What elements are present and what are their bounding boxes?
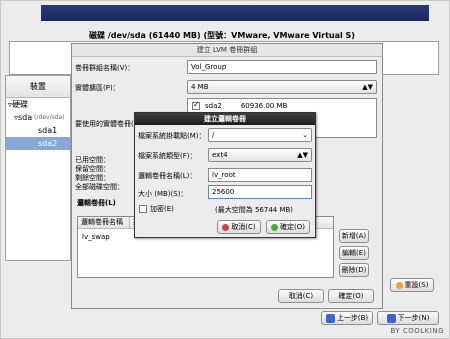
- size-input[interactable]: 25600: [208, 185, 312, 199]
- mount-point-combo[interactable]: / ⌄: [208, 128, 312, 142]
- back-button[interactable]: 上一步(B): [321, 311, 373, 325]
- edit-lv-button[interactable]: 編輯(E): [339, 246, 369, 260]
- vg-ok-button[interactable]: 確定(O): [328, 289, 374, 303]
- header-banner: [41, 5, 429, 21]
- dropdown-arrow-icon: ▲▼: [297, 151, 308, 159]
- cancel-icon: [222, 223, 230, 231]
- vg-cancel-button[interactable]: 取消(C): [278, 289, 324, 303]
- lv-ok-label: 確定(O): [280, 223, 305, 231]
- mount-point-label: 檔案系統掛載點(M)：: [138, 132, 206, 140]
- tree-item-sda[interactable]: ▿ sda (/dev/sda): [6, 111, 70, 124]
- delete-lv-button[interactable]: 刪除(D): [339, 263, 369, 277]
- pe-size-label: 實體擴區(P)：: [75, 84, 120, 92]
- lv-cancel-label: 取消(C): [231, 223, 256, 231]
- add-lv-button[interactable]: 新增(A): [339, 229, 369, 243]
- next-button[interactable]: 下一步(N): [377, 311, 439, 325]
- lv-section-label: 邏輯卷冊(L): [77, 199, 116, 207]
- lv-row-name: lv_swap: [82, 233, 110, 241]
- installer-window: 磁碟 /dev/sda (61440 MB) (型號：VMware, VMwar…: [0, 0, 450, 339]
- lv-ok-button[interactable]: 確定(O): [266, 220, 310, 234]
- tree-item-label: sda2: [38, 139, 58, 148]
- encrypt-label: 加密(E): [150, 205, 174, 213]
- tree-item-label: sda: [18, 113, 33, 122]
- watermark: BY COOLKING: [390, 327, 444, 335]
- lv-name-label: 邏輯卷冊名稱(L)：: [138, 172, 197, 180]
- next-label: 下一步(N): [397, 314, 430, 322]
- mount-point-value: /: [212, 131, 215, 139]
- disk-title: 磁碟 /dev/sda (61440 MB) (型號：VMware, VMwar…: [89, 31, 355, 40]
- reset-icon: [395, 281, 403, 289]
- pv-row[interactable]: sda2 60936.00 MB: [192, 100, 288, 110]
- pv-label: 要使用的實體卷冊(: [75, 120, 134, 128]
- tree-item-sublabel: (/dev/sda): [34, 114, 65, 121]
- encrypt-checkbox[interactable]: [139, 205, 147, 213]
- fs-type-select[interactable]: ext4 ▲▼: [208, 148, 312, 162]
- tree-item-label: sda1: [38, 126, 58, 135]
- pv-name: sda2: [205, 102, 222, 110]
- arrow-right-icon: [386, 313, 396, 323]
- device-column-header[interactable]: 裝置: [6, 76, 70, 98]
- lv-cancel-button[interactable]: 取消(C): [217, 220, 261, 234]
- dialog-title: 建立邏輯卷冊: [135, 113, 315, 125]
- tree-item-sda2[interactable]: sda2: [6, 137, 70, 150]
- max-size-note: (最大空間為 56744 MB): [215, 206, 294, 214]
- encrypt-option[interactable]: 加密(E): [139, 204, 174, 214]
- create-lv-dialog: 建立邏輯卷冊 檔案系統掛載點(M)： / ⌄ 檔案系統類型(F)： ext4 ▲…: [134, 112, 316, 238]
- lv-col-name[interactable]: 邏輯卷冊名稱: [78, 217, 130, 228]
- vg-name-input[interactable]: Vol_Group: [187, 60, 377, 74]
- fs-type-value: ext4: [212, 151, 228, 159]
- dropdown-arrow-icon: ▲▼: [362, 83, 373, 91]
- back-label: 上一步(B): [336, 314, 369, 322]
- tree-item-harddisk[interactable]: ▿ 硬碟: [6, 98, 70, 111]
- size-label: 大小 (MB)(S)：: [138, 190, 188, 198]
- vg-name-label: 卷冊群組名稱(V)：: [75, 64, 135, 72]
- device-tree[interactable]: 裝置 ▿ 硬碟 ▿ sda (/dev/sda) sda1 sda2: [5, 75, 71, 261]
- pe-size-select[interactable]: 4 MB ▲▼: [187, 80, 377, 94]
- tree-item-sda1[interactable]: sda1: [6, 124, 70, 137]
- reset-label: 重設(S): [404, 281, 429, 289]
- tree-item-label: 硬碟: [12, 100, 29, 109]
- pe-size-value: 4 MB: [191, 83, 209, 91]
- ok-icon: [271, 223, 278, 231]
- pv-size: 60936.00 MB: [240, 102, 288, 110]
- dialog-title: 建立 LVM 卷冊群組: [72, 44, 382, 57]
- arrow-left-icon: [325, 313, 335, 323]
- fs-type-label: 檔案系統類型(F)：: [138, 152, 197, 160]
- lv-name-input[interactable]: lv_root: [208, 168, 312, 182]
- reset-button[interactable]: 重設(S): [390, 278, 434, 292]
- pv-checkbox[interactable]: [192, 100, 200, 110]
- total-space-label: 全部磁碟空間：: [75, 183, 124, 191]
- chevron-down-icon[interactable]: ⌄: [302, 131, 308, 139]
